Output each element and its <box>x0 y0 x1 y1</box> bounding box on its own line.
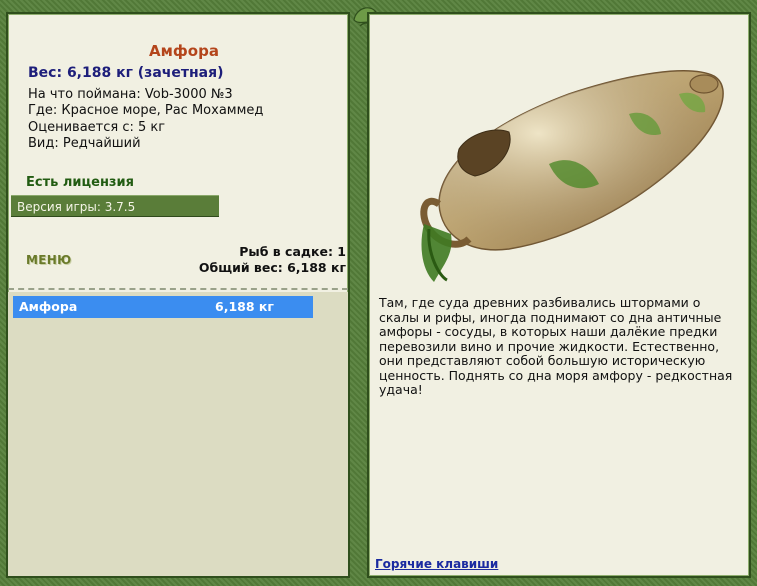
version-bar: Версия игры: 3.7.5 <box>11 195 219 217</box>
dashed-divider <box>8 288 348 290</box>
fish-details: Амфора Вес: 6,188 кг (зачетная) На что п… <box>8 14 348 300</box>
location-text: Где: Красное море, Рас Мохаммед <box>28 103 264 118</box>
fish-title: Амфора <box>149 42 219 60</box>
menu-button[interactable]: МЕНЮ <box>26 253 71 267</box>
list-item[interactable]: Амфора 6,188 кг <box>13 296 313 318</box>
rated-from-text: Оценивается с: 5 кг <box>28 120 166 135</box>
catch-list: Амфора 6,188 кг <box>8 292 348 576</box>
fish-count: Рыб в садке: 1 <box>239 244 346 259</box>
fish-description: Там, где суда древних разбивались шторма… <box>379 295 733 397</box>
license-status: Есть лицензия <box>26 175 134 190</box>
total-weight: Общий вес: 6,188 кг <box>198 260 346 275</box>
fish-info-panel: Амфора Вес: 6,188 кг (зачетная) На что п… <box>6 12 350 578</box>
fish-picture-panel: Там, где суда древних разбивались шторма… <box>367 12 751 578</box>
fish-weight: Вес: 6,188 кг (зачетная) <box>28 65 224 81</box>
caught-on-text: На что поймана: Vob-3000 №3 <box>28 87 233 102</box>
rarity-text: Вид: Редчайший <box>28 136 141 151</box>
list-item-weight: 6,188 кг <box>215 299 274 314</box>
amphora-image <box>420 70 724 282</box>
hotkeys-link[interactable]: Горячие клавиши <box>375 557 498 571</box>
list-item-name: Амфора <box>19 299 78 314</box>
